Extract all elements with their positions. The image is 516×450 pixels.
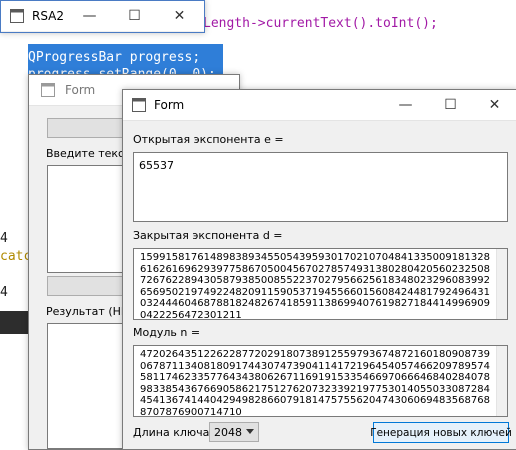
rsa2-minimize-button[interactable]: — [67,1,112,31]
form2-title: Form [154,98,185,112]
key-length-value: 2048 [214,425,242,439]
n-label: Модуль n = [133,326,201,339]
generate-keys-button[interactable]: Генерация новых ключей [370,422,512,443]
n-field[interactable]: 4720264351226228772029180738912559793674… [133,345,508,417]
d-label: Закрытая экспонента d = [133,229,283,242]
form2-maximize-button[interactable]: ☐ [428,90,473,120]
form1-title: Form [65,83,96,97]
close-icon: ✕ [173,8,186,24]
minimize-icon: — [398,97,413,113]
n-vertical-scrollbar[interactable] [496,346,507,416]
key-length-select[interactable]: 2048 [209,422,259,442]
code-line-1: Length->currentText().toInt(); [203,15,438,32]
form2-titlebar[interactable]: Form — ☐ ✕ [123,90,516,121]
form1-window-icon [41,83,55,97]
rsa2-window[interactable]: RSA2 — ☐ ✕ [0,0,205,33]
chevron-down-icon [246,429,254,434]
minimize-icon: — [82,8,97,24]
rsa2-close-button[interactable]: ✕ [157,1,202,31]
code-line-2: QProgressBar progress; [28,50,201,65]
close-icon: ✕ [488,97,501,113]
app-window-icon [10,9,24,23]
d-value: 1599158176148983893455054395930170210704… [140,252,490,320]
maximize-icon: ☐ [128,8,141,24]
code-line-8: 4 [0,231,8,246]
form2-window[interactable]: Form — ☐ ✕ Открытая экспонента e = 65537… [122,89,516,450]
e-field[interactable]: 65537 [133,152,508,222]
e-value: 65537 [139,159,174,172]
code-line-1-text: Length->currentText().toInt(); [203,16,438,31]
n-value: 4720264351226228772029180738912559793674… [140,349,490,417]
e-label: Открытая экспонента e = [133,133,284,146]
form2-window-icon [132,98,146,112]
d-field[interactable]: 1599158176148983893455054395930170210704… [133,248,508,320]
form2-minimize-button[interactable]: — [383,90,428,120]
rsa2-title: RSA2 [32,9,65,23]
rsa2-maximize-button[interactable]: ☐ [112,1,157,31]
code-line-10: 4 [0,285,8,300]
d-vertical-scrollbar[interactable] [496,249,507,319]
maximize-icon: ☐ [444,97,457,113]
form1-input-label: Введите текст [46,147,131,160]
key-length-label: Длина ключа: [133,426,214,439]
form2-close-button[interactable]: ✕ [472,90,516,120]
rsa2-titlebar[interactable]: RSA2 — ☐ ✕ [1,1,204,31]
